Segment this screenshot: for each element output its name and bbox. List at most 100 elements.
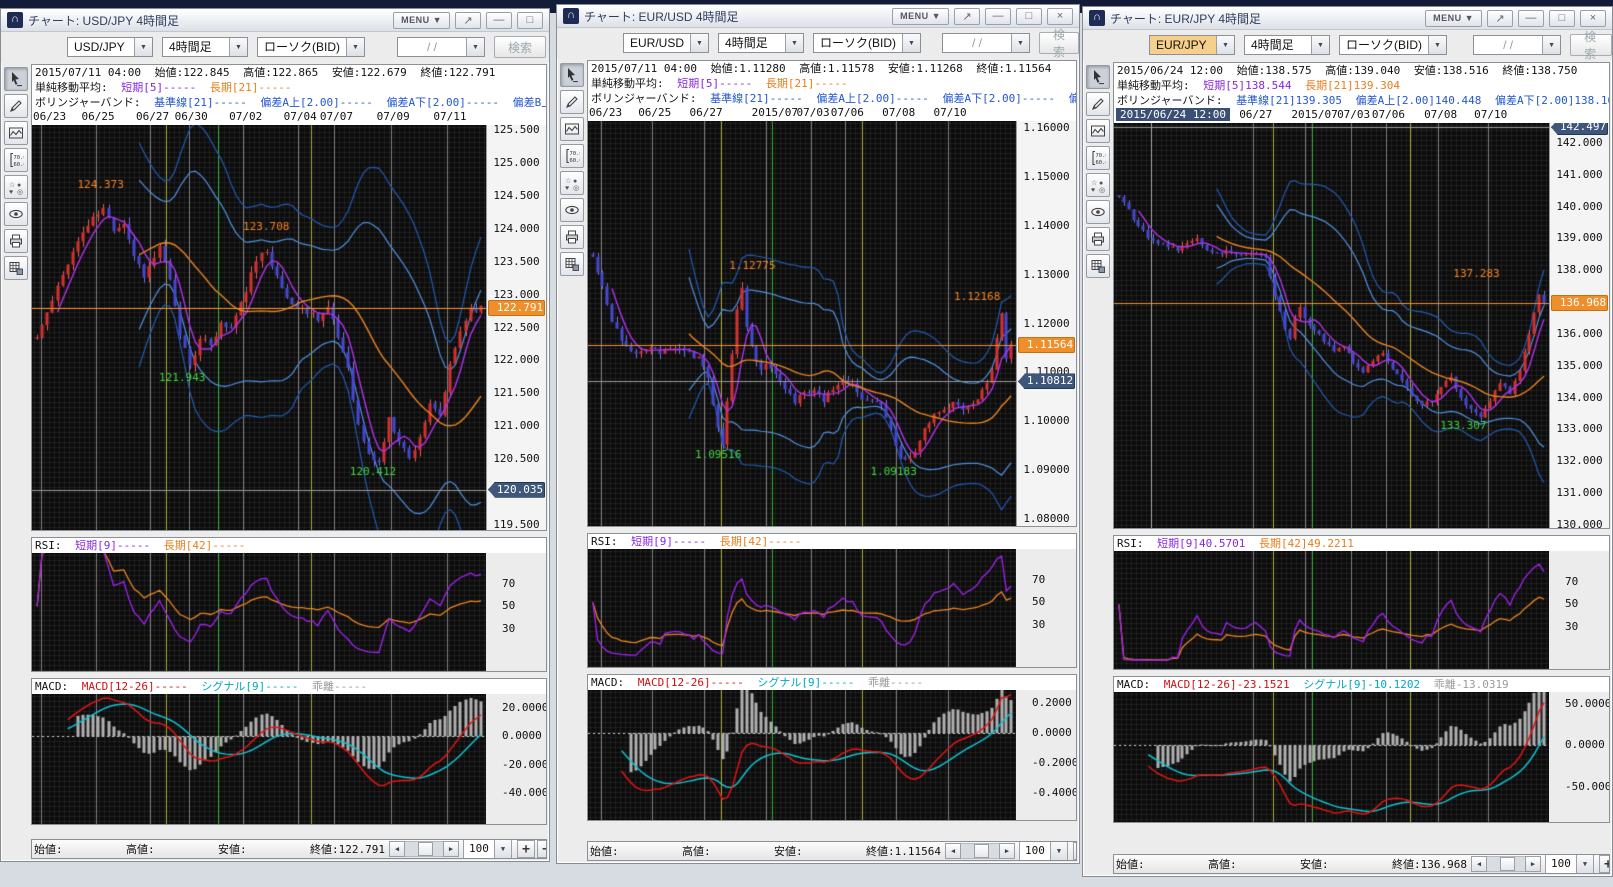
indicator-tool-icon[interactable] [4, 121, 28, 145]
print-tool-icon[interactable] [560, 225, 584, 249]
marker-tool-icon[interactable]: ☆●♥◎ [4, 175, 28, 199]
chevron-down-icon[interactable]: ▼ [1216, 36, 1234, 54]
export-tool-icon[interactable] [4, 256, 28, 280]
scrollbar-track[interactable] [1487, 856, 1525, 872]
chevron-down-icon[interactable]: ▼ [134, 38, 152, 56]
popout-button[interactable]: ↗ [455, 12, 481, 29]
price-axis[interactable]: 142.000141.000140.000139.000138.000136.0… [1549, 123, 1609, 528]
indicator-tool-icon[interactable] [560, 117, 584, 141]
window-titlebar[interactable]: ∩ チャート: EUR/JPY 4時間足 MENU ▼ ↗ — □ × [1083, 7, 1612, 30]
marker-tool-icon[interactable]: ☆●♥◎ [560, 171, 584, 195]
indicator-tool-icon[interactable] [1086, 119, 1110, 143]
popout-button[interactable]: ↗ [1487, 10, 1513, 27]
scroll-left-icon[interactable]: ◀ [389, 841, 405, 857]
menu-button[interactable]: MENU ▼ [393, 12, 450, 29]
visibility-tool-icon[interactable] [1086, 200, 1110, 224]
date-input[interactable]: / / ▼ [1473, 35, 1561, 55]
search-button[interactable]: 検索 [494, 36, 546, 58]
scrollbar-thumb[interactable] [1500, 857, 1515, 871]
search-button[interactable]: 検索 [1039, 32, 1079, 54]
date-input[interactable]: / / ▼ [397, 37, 485, 57]
chevron-down-icon[interactable]: ▼ [1011, 34, 1029, 52]
scroll-left-icon[interactable]: ◀ [1471, 856, 1487, 872]
price-chart-canvas[interactable] [32, 125, 486, 530]
timeframe-select[interactable]: 4時間足 ▼ [1244, 35, 1330, 55]
export-tool-icon[interactable] [560, 252, 584, 276]
scale-tool-icon[interactable]: 70.060.0 [560, 144, 584, 168]
chevron-down-icon[interactable]: ▼ [346, 38, 364, 56]
cursor-tool-icon[interactable] [560, 63, 584, 87]
window-titlebar[interactable]: ∩ チャート: USD/JPY 4時間足 MENU ▼ ↗ — □ [1, 9, 549, 32]
chevron-down-icon[interactable]: ▼ [1050, 842, 1067, 860]
chevron-down-icon[interactable]: ▼ [1428, 36, 1446, 54]
search-button[interactable]: 検索 [1570, 34, 1612, 56]
chevron-down-icon[interactable]: ▼ [1311, 36, 1329, 54]
zoom-select[interactable]: 100 ▼ [463, 839, 512, 859]
pair-select[interactable]: EUR/JPY ▼ [1149, 35, 1235, 55]
chart-scrollbar[interactable]: ◀ ▶ [1471, 856, 1541, 872]
pair-select[interactable]: USD/JPY ▼ [67, 37, 153, 57]
chart-type-select[interactable]: ローソク(BID) ▼ [813, 33, 921, 53]
chart-type-select[interactable]: ローソク(BID) ▼ [1339, 35, 1447, 55]
macd-chart-canvas[interactable] [588, 690, 1016, 820]
chart-scrollbar[interactable]: ◀ ▶ [945, 843, 1015, 859]
scroll-left-icon[interactable]: ◀ [945, 843, 961, 859]
cursor-tool-icon[interactable] [1086, 65, 1110, 89]
maximize-button[interactable]: □ [1549, 10, 1575, 27]
price-chart-canvas[interactable] [1114, 123, 1549, 528]
zoom-in-button[interactable]: + [1073, 842, 1077, 860]
price-axis[interactable]: 125.500125.000124.500124.000123.500123.0… [486, 125, 546, 530]
chevron-down-icon[interactable]: ▼ [902, 34, 920, 52]
zoom-in-button[interactable]: + [517, 840, 535, 858]
visibility-tool-icon[interactable] [560, 198, 584, 222]
rsi-chart-canvas[interactable] [32, 553, 486, 671]
popout-button[interactable]: ↗ [954, 8, 980, 25]
close-button[interactable]: × [1580, 10, 1606, 27]
chevron-down-icon[interactable]: ▼ [466, 38, 484, 56]
maximize-button[interactable]: □ [1016, 8, 1042, 25]
marker-tool-icon[interactable]: ☆●♥◎ [1086, 173, 1110, 197]
visibility-tool-icon[interactable] [4, 202, 28, 226]
print-tool-icon[interactable] [4, 229, 28, 253]
chevron-down-icon[interactable]: ▼ [229, 38, 247, 56]
minimize-button[interactable]: — [486, 12, 512, 29]
export-tool-icon[interactable] [1086, 254, 1110, 278]
menu-button[interactable]: MENU ▼ [1425, 10, 1482, 27]
chart-scrollbar[interactable]: ◀ ▶ [389, 841, 459, 857]
chevron-down-icon[interactable]: ▼ [1576, 855, 1593, 873]
window-titlebar[interactable]: ∩ チャート: EUR/USD 4時間足 MENU ▼ ↗ — □ × [557, 5, 1079, 28]
draw-tool-icon[interactable] [4, 94, 28, 118]
scale-tool-icon[interactable]: 70.060.0 [1086, 146, 1110, 170]
rsi-chart-canvas[interactable] [588, 549, 1016, 667]
pair-select[interactable]: EUR/USD ▼ [623, 33, 709, 53]
scroll-right-icon[interactable]: ▶ [443, 841, 459, 857]
price-chart-canvas[interactable] [588, 121, 1016, 526]
scroll-right-icon[interactable]: ▶ [999, 843, 1015, 859]
draw-tool-icon[interactable] [560, 90, 584, 114]
close-button[interactable]: × [1047, 8, 1073, 25]
chevron-down-icon[interactable]: ▼ [690, 34, 708, 52]
scroll-right-icon[interactable]: ▶ [1525, 856, 1541, 872]
maximize-button[interactable]: □ [517, 12, 543, 29]
price-axis[interactable]: 1.160001.150001.140001.130001.120001.110… [1016, 121, 1076, 526]
timeframe-select[interactable]: 4時間足 ▼ [718, 33, 804, 53]
scrollbar-thumb[interactable] [974, 844, 989, 858]
cursor-tool-icon[interactable] [4, 67, 28, 91]
chevron-down-icon[interactable]: ▼ [785, 34, 803, 52]
macd-chart-canvas[interactable] [32, 694, 486, 824]
zoom-select[interactable]: 100 ▼ [1545, 854, 1594, 874]
minimize-button[interactable]: — [1518, 10, 1544, 27]
zoom-select[interactable]: 100 ▼ [1019, 841, 1068, 861]
rsi-chart-canvas[interactable] [1114, 551, 1549, 669]
print-tool-icon[interactable] [1086, 227, 1110, 251]
chart-type-select[interactable]: ローソク(BID) ▼ [257, 37, 365, 57]
macd-chart-canvas[interactable] [1114, 692, 1549, 822]
menu-button[interactable]: MENU ▼ [892, 8, 949, 25]
date-input[interactable]: / / ▼ [942, 33, 1030, 53]
scale-tool-icon[interactable]: 70.060.0 [4, 148, 28, 172]
draw-tool-icon[interactable] [1086, 92, 1110, 116]
chevron-down-icon[interactable]: ▼ [1542, 36, 1560, 54]
scrollbar-track[interactable] [405, 841, 443, 857]
chevron-down-icon[interactable]: ▼ [494, 840, 511, 858]
timeframe-select[interactable]: 4時間足 ▼ [162, 37, 248, 57]
